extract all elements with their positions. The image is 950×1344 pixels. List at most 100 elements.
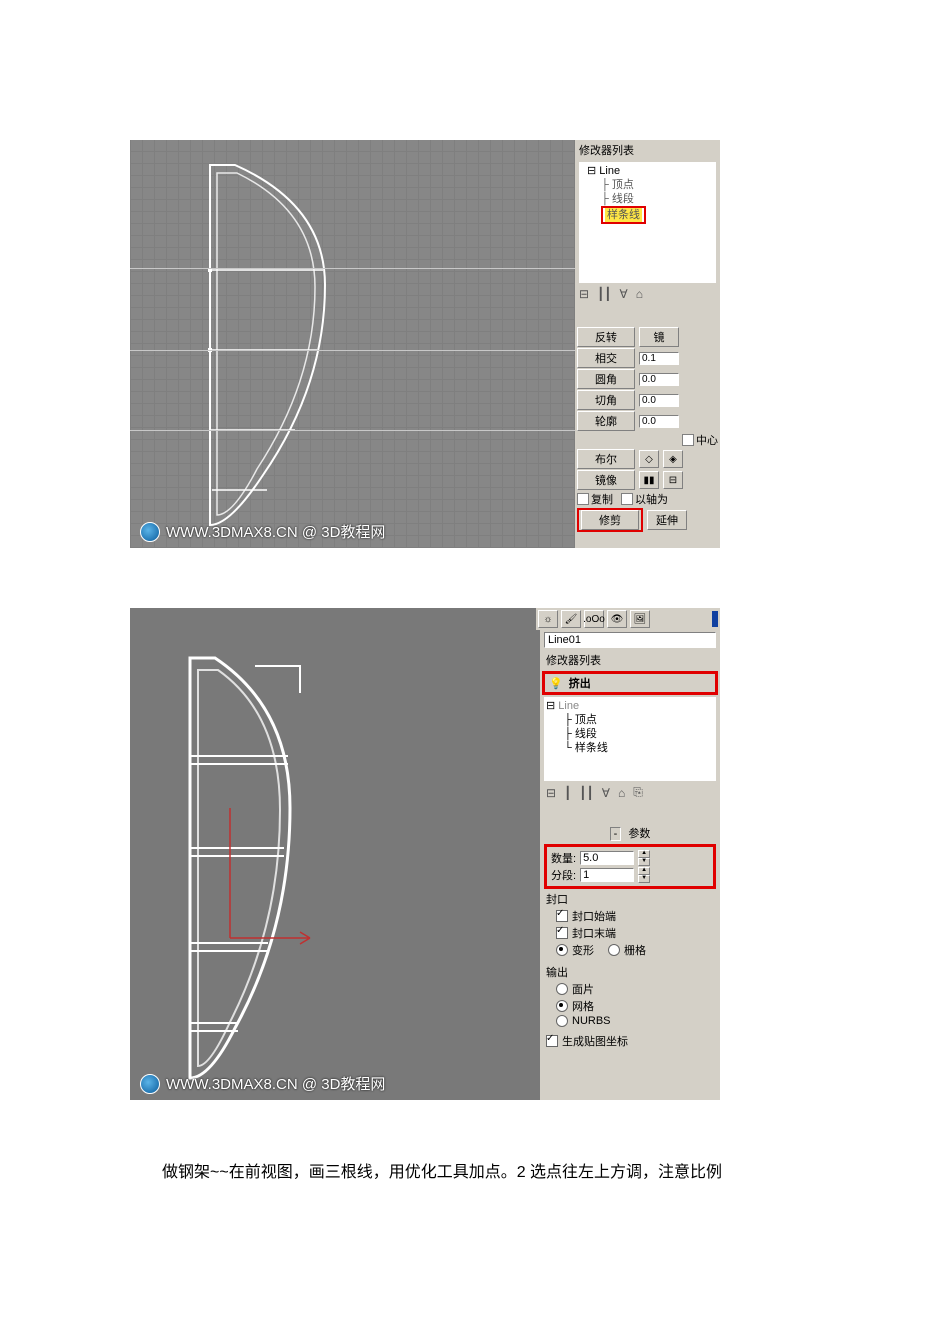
stack-root[interactable]: Line xyxy=(599,165,620,177)
hierarchy-tab-icon[interactable]: .oOo xyxy=(584,610,604,628)
outline-value[interactable]: 0.0 xyxy=(639,415,679,428)
cap-morph-label: 变形 xyxy=(572,942,594,958)
segments-input[interactable]: 1 xyxy=(580,868,634,882)
watermark-logo-icon-2 xyxy=(140,1074,160,1094)
chamfer-button[interactable]: 切角 xyxy=(577,390,635,410)
output-nurbs-radio[interactable] xyxy=(556,1015,568,1027)
bool-sub-icon[interactable]: ◈ xyxy=(663,450,683,468)
modifier-list-label[interactable]: 修改器列表 xyxy=(575,140,720,160)
amount-label: 数量: xyxy=(551,850,576,866)
watermark-text: WWW.3DMAX8.CN @ 3D教程网 xyxy=(166,521,385,542)
cap-grid-radio[interactable] xyxy=(608,944,620,956)
axis-checkbox[interactable] xyxy=(621,493,633,505)
output-nurbs-label: NURBS xyxy=(572,1015,611,1027)
cap-end-checkbox[interactable] xyxy=(556,927,568,939)
stack-root-2[interactable]: Line xyxy=(558,700,579,712)
stack-segment[interactable]: 线段 xyxy=(612,193,634,205)
stack-segment-2[interactable]: 线段 xyxy=(575,728,597,740)
lock-icon-2[interactable]: ⌂ xyxy=(618,786,625,800)
watermark: WWW.3DMAX8.CN @ 3D教程网 xyxy=(140,521,385,542)
amount-input[interactable]: 5.0 xyxy=(580,851,634,865)
watermark-text-2: WWW.3DMAX8.CN @ 3D教程网 xyxy=(166,1073,385,1094)
mirror-small-button[interactable]: 镜 xyxy=(639,327,679,347)
display-tab-icon[interactable]: 👁 xyxy=(607,610,627,628)
mirror-button[interactable]: 镜像 xyxy=(577,470,635,490)
modifier-list-label-2[interactable]: 修改器列表 xyxy=(540,650,720,670)
boolean-button[interactable]: 布尔 xyxy=(577,449,635,469)
lock-icon[interactable]: ⌂ xyxy=(636,287,643,301)
ii-icon[interactable]: ┃┃ xyxy=(579,786,593,800)
pin-icon[interactable]: ⊟ xyxy=(579,287,589,301)
center-checkbox[interactable] xyxy=(682,434,694,446)
command-panel-tabs: ☼ 🖌 .oOo 👁 🖼 xyxy=(536,608,720,630)
stack-toolbar: ⊟ ┃┃ ∀ ⌂ xyxy=(579,287,716,301)
trim-button-highlighted[interactable]: 修剪 xyxy=(581,510,639,530)
extend-button[interactable]: 延伸 xyxy=(647,510,687,530)
cap-start-checkbox[interactable] xyxy=(556,910,568,922)
spline-params: 反转 镜 相交 0.1 圆角 0.0 切角 0.0 轮廓 0.0 xyxy=(577,327,718,532)
reverse-button[interactable]: 反转 xyxy=(577,327,635,347)
cap-end-label: 封口末端 xyxy=(572,925,616,941)
stack-icon[interactable]: ┃┃ xyxy=(597,287,611,301)
extrude-modifier-highlighted: 💡 挤出 xyxy=(542,671,718,695)
output-patch-radio[interactable] xyxy=(556,983,568,995)
copy-checkbox[interactable] xyxy=(577,493,589,505)
tutorial-paragraph: 做钢架~~在前视图，画三根线，用优化工具加点。2 选点往左上方调，注意比例 xyxy=(130,1160,820,1186)
bool-union-icon[interactable]: ◇ xyxy=(639,450,659,468)
modify-tab-icon[interactable]: 🖌 xyxy=(561,610,581,628)
output-group-label: 输出 xyxy=(546,964,714,980)
gen-map-checkbox[interactable] xyxy=(546,1035,558,1047)
screenshot-1: 修改器列表 ⊟ Line ├ 顶点 ├ 线段 样条线 ⊟ ┃┃ ∀ ⌂ 反转 镜 xyxy=(130,140,720,548)
output-mesh-label: 网格 xyxy=(572,998,594,1014)
stack-spline-2[interactable]: 样条线 xyxy=(575,742,608,754)
viewport-2 xyxy=(130,608,540,1100)
show-icon[interactable]: ∀ xyxy=(620,287,628,301)
screenshot-2: ☼ 🖌 .oOo 👁 🖼 Line01 修改器列表 💡 挤出 ⊟ Line ├ … xyxy=(130,608,720,1100)
watermark-2: WWW.3DMAX8.CN @ 3D教程网 xyxy=(140,1073,385,1094)
cap-grid-label: 栅格 xyxy=(624,942,646,958)
stack-spline-highlighted[interactable]: 样条线 xyxy=(605,208,642,222)
stack-vertex-2[interactable]: 顶点 xyxy=(575,714,597,726)
lightbulb-icon[interactable]: 💡 xyxy=(549,677,563,690)
mirror-v-icon[interactable]: ⊟ xyxy=(663,471,683,489)
modifier-panel: 修改器列表 ⊟ Line ├ 顶点 ├ 线段 样条线 ⊟ ┃┃ ∀ ⌂ 反转 镜 xyxy=(575,140,720,548)
watermark-logo-icon xyxy=(140,522,160,542)
modifier-panel-2: Line01 修改器列表 💡 挤出 ⊟ Line ├ 顶点 ├ 线段 └ 样条线… xyxy=(540,630,720,1100)
output-mesh-radio[interactable] xyxy=(556,1000,568,1012)
mirror-h-icon[interactable]: ▮▮ xyxy=(639,471,659,489)
pin-icon-2[interactable]: ⊟ xyxy=(546,786,556,800)
color-swatch[interactable] xyxy=(712,611,718,627)
utilities-tab-icon[interactable]: 🖼 xyxy=(630,610,650,628)
axis-label: 以轴为 xyxy=(635,491,668,507)
fillet-value[interactable]: 0.0 xyxy=(639,373,679,386)
outline-button[interactable]: 轮廓 xyxy=(577,411,635,431)
cross-button[interactable]: 相交 xyxy=(577,348,635,368)
cross-value[interactable]: 0.1 xyxy=(639,352,679,365)
amount-segments-highlighted: 数量: 5.0 ▲▼ 分段: 1 ▲▼ xyxy=(544,844,716,889)
extrude-label[interactable]: 挤出 xyxy=(569,675,591,691)
chamfer-value[interactable]: 0.0 xyxy=(639,394,679,407)
stack-toolbar-2: ⊟ ┃ ┃┃ ∀ ⌂ ⎘ xyxy=(546,785,714,800)
fillet-button[interactable]: 圆角 xyxy=(577,369,635,389)
segments-spinner[interactable]: ▲▼ xyxy=(638,867,650,883)
guide-line xyxy=(130,350,575,351)
object-name-field[interactable]: Line01 xyxy=(544,632,716,648)
show-icon-2[interactable]: ∀ xyxy=(602,786,610,800)
stack-vertex[interactable]: 顶点 xyxy=(612,179,634,191)
gen-map-label: 生成贴图坐标 xyxy=(562,1033,628,1049)
cap-start-label: 封口始端 xyxy=(572,908,616,924)
segments-label: 分段: xyxy=(551,867,576,883)
modifier-stack-2[interactable]: ⊟ Line ├ 顶点 ├ 线段 └ 样条线 xyxy=(544,697,716,781)
extruded-shape xyxy=(160,648,340,1088)
amount-spinner[interactable]: ▲▼ xyxy=(638,850,650,866)
output-patch-label: 面片 xyxy=(572,981,594,997)
center-label: 中心 xyxy=(696,432,718,448)
copy-label: 复制 xyxy=(591,491,613,507)
params-rollout-title[interactable]: - 参数 xyxy=(540,824,720,842)
create-tab-icon[interactable]: ☼ xyxy=(538,610,558,628)
cap-morph-radio[interactable] xyxy=(556,944,568,956)
modifier-stack[interactable]: ⊟ Line ├ 顶点 ├ 线段 样条线 xyxy=(579,162,716,283)
i-icon[interactable]: ┃ xyxy=(564,786,571,800)
configure-icon[interactable]: ⎘ xyxy=(633,785,643,800)
guide-line xyxy=(130,430,575,431)
